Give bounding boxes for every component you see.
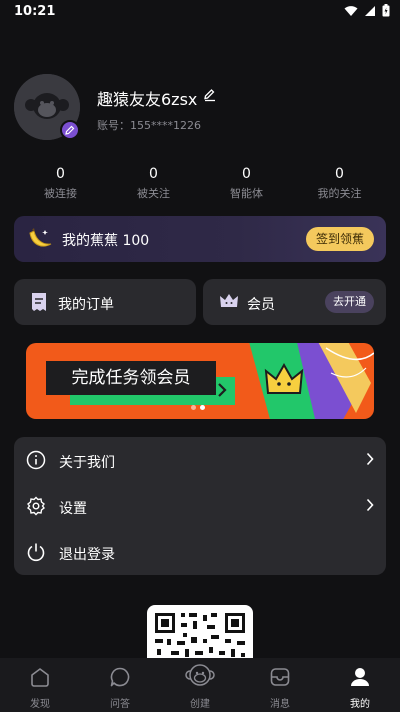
orders-card[interactable]: 我的订单: [14, 279, 196, 325]
discover-icon: [31, 668, 49, 687]
menu-item-label: 设置: [59, 501, 87, 517]
pencil-icon: [65, 125, 75, 135]
qr-code-graphic: [155, 613, 245, 657]
stat-label: 我的关注: [317, 187, 362, 200]
stat-value: 0: [242, 166, 251, 182]
stat-value: 0: [335, 166, 344, 182]
banana-card[interactable]: 我的蕉蕉 100 签到领蕉: [14, 216, 386, 262]
avatar[interactable]: [14, 74, 80, 140]
status-icons: [344, 4, 390, 17]
stat-followers[interactable]: 0 被关注: [107, 165, 200, 201]
orders-label: 我的订单: [58, 297, 114, 313]
gear-icon: [27, 496, 45, 516]
tab-discover[interactable]: 发现: [0, 658, 80, 712]
promo-page-dots: [191, 405, 205, 410]
status-bar: 10:21: [0, 0, 400, 24]
account-number: 账号：155****1226: [97, 119, 201, 132]
message-box-icon: [270, 668, 290, 686]
tab-create[interactable]: 创建: [160, 658, 240, 712]
signal-icon: [365, 5, 375, 16]
avatar-edit-button[interactable]: [60, 120, 80, 140]
tab-mine[interactable]: 我的: [320, 658, 400, 712]
tab-label: 消息: [270, 699, 290, 710]
monkey-create-icon: [185, 664, 215, 686]
tab-messages[interactable]: 消息: [240, 658, 320, 712]
tab-qa[interactable]: 问答: [80, 658, 160, 712]
receipt-icon: [32, 293, 46, 311]
bottom-tab-bar: 发现 问答 创建 消息 我的: [0, 658, 400, 712]
chevron-right-icon: [366, 452, 374, 466]
person-icon: [351, 668, 369, 686]
stat-connected[interactable]: 0 被连接: [14, 165, 107, 201]
stat-label: 被连接: [44, 187, 77, 200]
stat-value: 0: [56, 166, 65, 182]
stat-label: 智能体: [230, 187, 263, 200]
wifi-icon: [344, 5, 358, 16]
stat-label: 被关注: [137, 187, 170, 200]
vip-card[interactable]: 会员 去开通: [203, 279, 386, 325]
tab-label: 创建: [190, 699, 210, 710]
banana-balance: 我的蕉蕉 100: [62, 233, 150, 249]
page-dot-active[interactable]: [200, 405, 205, 410]
menu-item-logout[interactable]: 退出登录: [14, 529, 386, 575]
stat-agents[interactable]: 0 智能体: [200, 165, 293, 201]
qr-code: [147, 605, 253, 663]
menu-item-about[interactable]: 关于我们: [14, 437, 386, 483]
stats-row: 0 被连接 0 被关注 0 智能体 0 我的关注: [14, 165, 386, 201]
chevron-right-icon: [366, 498, 374, 512]
vip-open-button[interactable]: 去开通: [325, 291, 374, 313]
crown-icon: [220, 294, 238, 307]
promo-arrow-icon: [218, 383, 227, 397]
menu-item-settings[interactable]: 设置: [14, 483, 386, 529]
promo-banner[interactable]: 完成任务领会员: [26, 343, 374, 419]
stat-value: 0: [149, 166, 158, 182]
banana-icon: [29, 228, 52, 247]
tab-label: 问答: [110, 699, 130, 710]
settings-menu: 关于我们 设置 退出登录: [14, 437, 386, 575]
tab-label: 发现: [30, 699, 50, 710]
signin-button[interactable]: 签到领蕉: [305, 227, 374, 251]
page-dot[interactable]: [191, 405, 196, 410]
info-icon: [26, 450, 46, 470]
status-time: 10:21: [14, 4, 56, 19]
username: 趣猿友友6zsx: [97, 90, 198, 109]
stat-following[interactable]: 0 我的关注: [293, 165, 386, 201]
power-icon: [27, 543, 45, 562]
menu-item-label: 关于我们: [59, 455, 115, 471]
menu-item-label: 退出登录: [59, 547, 115, 563]
edit-name-icon[interactable]: [203, 88, 217, 102]
tab-label: 我的: [350, 699, 370, 710]
vip-label: 会员: [247, 297, 275, 313]
battery-icon: [382, 4, 390, 17]
chat-bubble-icon: [110, 667, 130, 687]
promo-text: 完成任务领会员: [71, 368, 191, 388]
